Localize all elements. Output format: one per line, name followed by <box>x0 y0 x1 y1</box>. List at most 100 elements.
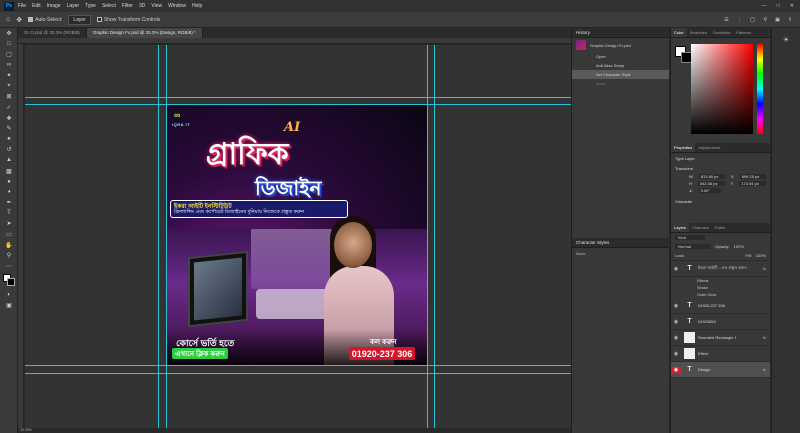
color-picker[interactable] <box>671 38 770 143</box>
share-icon[interactable]: ⇧ <box>788 17 792 23</box>
dodge-tool-icon[interactable]: ◕ <box>0 187 18 198</box>
layer-kind-filter[interactable]: Kind <box>675 235 705 240</box>
x-field[interactable]: 699.25 px <box>739 174 766 179</box>
menu-3d[interactable]: 3D <box>139 3 145 9</box>
color-field[interactable] <box>691 44 753 134</box>
visibility-eye-icon[interactable]: ◉ <box>671 266 681 272</box>
menu-filter[interactable]: Filter <box>122 3 133 9</box>
history-panel-header[interactable]: History <box>572 28 669 38</box>
learn-icon[interactable]: ☀ <box>781 36 791 44</box>
layer-row[interactable]: ◉ T 01920854 <box>671 314 770 330</box>
zoom-tool-icon[interactable]: ⚲ <box>0 250 18 261</box>
close-icon[interactable]: ✕ <box>790 3 794 9</box>
eyedropper-icon[interactable]: ✓ <box>0 102 18 113</box>
blend-mode-select[interactable]: Normal <box>675 244 711 249</box>
ruler-vertical[interactable] <box>18 44 24 430</box>
tab-properties[interactable]: Properties <box>671 143 696 152</box>
healing-brush-icon[interactable]: ✚ <box>0 113 18 124</box>
tab-channels[interactable]: Channels <box>689 223 712 232</box>
character-styles-header[interactable]: Character Styles <box>572 238 669 248</box>
clone-stamp-icon[interactable]: ♠ <box>0 134 18 145</box>
effect-outer-glow[interactable]: Outer Glow <box>671 291 770 298</box>
3d-mode-icon[interactable]: ◯ <box>750 17 756 23</box>
distribute-icon[interactable]: ⋮ <box>737 17 742 23</box>
maximize-icon[interactable]: □ <box>777 3 780 9</box>
layer-row[interactable]: ◉ T 01920-237 306 <box>671 298 770 314</box>
screen-mode-icon[interactable]: ▣ <box>0 300 18 311</box>
menu-view[interactable]: View <box>151 3 162 9</box>
width-field[interactable]: 813.85 px <box>698 174 726 179</box>
hand-tool-icon[interactable]: ✋ <box>0 240 18 251</box>
menu-window[interactable]: Window <box>168 3 186 9</box>
more-tools-icon[interactable]: ⋯ <box>0 261 18 272</box>
effect-stroke[interactable]: Stroke <box>671 284 770 291</box>
gradient-tool-icon[interactable]: ▩ <box>0 166 18 177</box>
layer-row[interactable]: ◉ Rounded Rectangle 1 fx <box>671 330 770 346</box>
history-item[interactable]: Anti Alias Sharp <box>572 61 669 70</box>
menu-type[interactable]: Type <box>85 3 96 9</box>
shape-tool-icon[interactable]: ▭ <box>0 229 18 240</box>
marquee-tool-icon[interactable]: ▢ <box>0 49 18 60</box>
magic-wand-icon[interactable]: ✦ <box>0 70 18 81</box>
visibility-eye-icon[interactable]: ◉ <box>671 351 681 357</box>
tab-gradients[interactable]: Gradients <box>710 28 733 37</box>
menu-layer[interactable]: Layer <box>67 3 80 9</box>
history-snapshot[interactable]: Graphic Design Fx.psd <box>572 38 669 52</box>
guide-horizontal[interactable] <box>25 373 571 374</box>
tab-swatches[interactable]: Swatches <box>687 28 710 37</box>
blur-tool-icon[interactable]: ● <box>0 176 18 187</box>
minimize-icon[interactable]: — <box>762 3 767 9</box>
tab-layers[interactable]: Layers <box>671 223 690 232</box>
quick-mask-icon[interactable]: ◐ <box>0 290 18 301</box>
tab-document-2[interactable]: Graphic Design Fx.psd @ 33.3% (Design, R… <box>86 28 203 38</box>
hue-slider[interactable] <box>757 44 763 134</box>
layer-row-selected[interactable]: ◉ T Design fx <box>671 362 770 378</box>
show-transform-checkbox[interactable]: Show Transform Controls <box>96 17 160 23</box>
auto-select-checkbox[interactable]: Auto-Select: <box>28 17 62 23</box>
frame-tool-icon[interactable]: ⊠ <box>0 92 18 103</box>
brush-tool-icon[interactable]: ✎ <box>0 123 18 134</box>
eraser-tool-icon[interactable]: ▲ <box>0 155 18 166</box>
menu-file[interactable]: File <box>18 3 26 9</box>
fx-icon[interactable]: fx <box>763 266 766 271</box>
fx-icon[interactable]: fx <box>763 335 766 340</box>
move-tool-icon[interactable]: ✥ <box>16 16 22 24</box>
search-icon[interactable]: ⚲ <box>763 17 767 23</box>
artwork-canvas[interactable]: ∞ IQRA IT AI গ্রাফিক ডিজাইন ইকরা আইটি ইন… <box>166 104 427 365</box>
ruler-horizontal[interactable] <box>18 38 571 44</box>
align-icon[interactable]: ☰ <box>724 17 728 23</box>
zoom-level[interactable]: 33.33% <box>20 428 32 432</box>
layer-select-dropdown[interactable]: Layer <box>68 14 91 25</box>
character-style-item[interactable]: None <box>572 248 669 259</box>
guide-horizontal[interactable] <box>25 104 571 105</box>
visibility-eye-icon[interactable]: ◉ <box>671 366 681 373</box>
tab-document-1[interactable]: Gr O.psd @ 33.3% (RGB/8) <box>18 28 87 38</box>
artboard-tool-icon[interactable]: □ <box>0 39 18 50</box>
character-section-label[interactable]: Character <box>675 199 766 204</box>
path-select-icon[interactable]: ➤ <box>0 219 18 230</box>
menu-select[interactable]: Select <box>102 3 116 9</box>
tab-patterns[interactable]: Patterns <box>733 28 754 37</box>
fx-icon[interactable]: fx <box>763 367 766 372</box>
guide-horizontal[interactable] <box>25 365 571 366</box>
move-tool-icon[interactable]: ✥ <box>0 28 18 39</box>
history-brush-icon[interactable]: ↺ <box>0 145 18 156</box>
guide-horizontal[interactable] <box>25 97 571 98</box>
y-field[interactable]: 173.94 px <box>739 181 766 186</box>
visibility-eye-icon[interactable]: ◉ <box>671 303 681 309</box>
tab-adjustments[interactable]: Adjustments <box>695 143 723 152</box>
history-item[interactable]: Open <box>572 52 669 61</box>
workspace-icon[interactable]: ▣ <box>775 17 780 23</box>
fill-field[interactable]: 100% <box>756 253 766 258</box>
color-swatches-icon[interactable] <box>0 272 18 290</box>
layer-row[interactable]: ◉ Effect <box>671 346 770 362</box>
visibility-eye-icon[interactable]: ◉ <box>671 319 681 325</box>
home-icon[interactable]: ⌂ <box>6 16 10 23</box>
pen-tool-icon[interactable]: ✒ <box>0 198 18 209</box>
tab-color[interactable]: Color <box>671 28 687 37</box>
crop-tool-icon[interactable]: ⌖ <box>0 81 18 92</box>
type-tool-icon[interactable]: T <box>0 208 18 219</box>
angle-field[interactable]: 0.00° <box>698 188 721 193</box>
history-item[interactable]: Move <box>572 79 669 88</box>
lasso-tool-icon[interactable]: ∞ <box>0 60 18 71</box>
